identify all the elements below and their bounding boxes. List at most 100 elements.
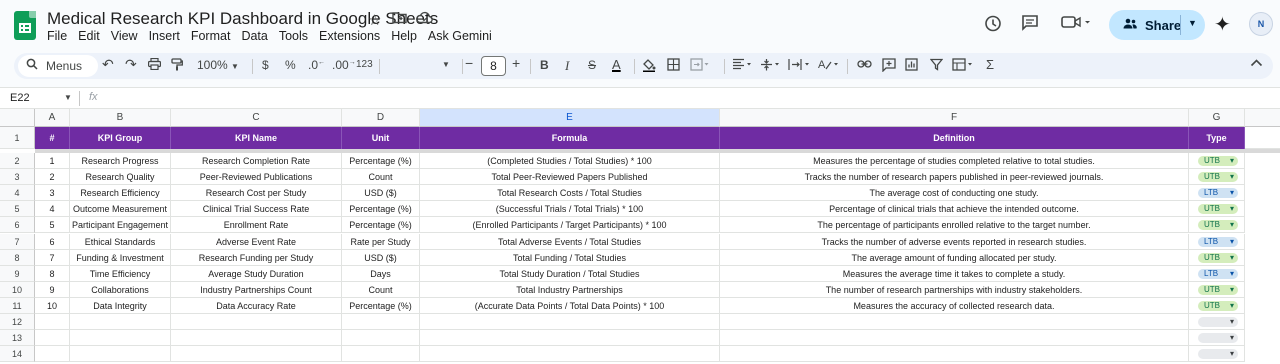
bold-button[interactable]: B [540, 58, 549, 72]
gemini-icon[interactable]: ✦ [1214, 12, 1231, 37]
decrease-font-size-icon[interactable]: − [465, 55, 473, 71]
type-dropdown-chip[interactable]: LTB [1198, 268, 1238, 279]
table-cell[interactable]: Research Funding per Study [171, 249, 342, 266]
row-header-2[interactable]: 2 [0, 153, 35, 170]
table-cell[interactable]: Count [342, 169, 420, 186]
table-cell[interactable]: Measures the accuracy of collected resea… [720, 297, 1189, 314]
empty-cell[interactable] [70, 346, 171, 363]
table-cell[interactable]: Research Completion Rate [171, 153, 342, 170]
row-header-14[interactable]: 14 [0, 346, 35, 363]
table-cell[interactable]: Research Progress [70, 153, 171, 170]
menu-extensions[interactable]: Extensions [319, 29, 380, 43]
type-dropdown-chip[interactable]: UTB [1198, 204, 1238, 215]
borders-icon[interactable] [667, 58, 680, 74]
strikethrough-icon[interactable]: S [588, 58, 596, 72]
empty-cell[interactable] [342, 346, 420, 363]
type-cell[interactable]: LTB [1189, 265, 1245, 282]
type-cell[interactable]: UTB [1189, 281, 1245, 298]
row-header-7[interactable]: 7 [0, 233, 35, 250]
empty-cell[interactable] [70, 330, 171, 347]
type-cell[interactable]: UTB [1189, 153, 1245, 170]
type-cell[interactable]: LTB [1189, 233, 1245, 250]
table-cell[interactable]: Industry Partnerships Count [171, 281, 342, 298]
filter-icon[interactable] [929, 58, 944, 74]
zoom-select[interactable]: 100% ▼ [197, 58, 239, 72]
column-header-d[interactable]: D [342, 109, 420, 127]
column-header-b[interactable]: B [70, 109, 171, 127]
empty-cell[interactable] [420, 330, 720, 347]
type-dropdown-chip[interactable]: UTB [1198, 220, 1238, 231]
meet-video-icon[interactable] [1061, 14, 1091, 35]
table-cell[interactable]: Tracks the number of research papers pub… [720, 169, 1189, 186]
table-cell[interactable]: Time Efficiency [70, 265, 171, 282]
table-cell[interactable]: 4 [35, 201, 70, 218]
empty-cell[interactable] [1189, 330, 1245, 347]
horizontal-align-icon[interactable] [732, 58, 754, 73]
header-cell[interactable]: Definition [720, 127, 1189, 149]
table-cell[interactable]: Days [342, 265, 420, 282]
table-cell[interactable]: 6 [35, 233, 70, 250]
type-cell[interactable]: UTB [1189, 297, 1245, 314]
functions-icon[interactable]: Σ [986, 57, 994, 72]
select-all-corner[interactable] [0, 109, 35, 127]
type-cell[interactable]: UTB [1189, 217, 1245, 234]
menu-help[interactable]: Help [391, 29, 417, 43]
row-header-11[interactable]: 11 [0, 297, 35, 314]
comments-icon[interactable] [1021, 14, 1039, 37]
table-cell[interactable]: (Accurate Data Points / Total Data Point… [420, 297, 720, 314]
text-rotation-icon[interactable]: A [817, 58, 841, 74]
table-cell[interactable]: Tracks the number of adverse events repo… [720, 233, 1189, 250]
name-box-dropdown-icon[interactable]: ▼ [64, 93, 72, 102]
table-cell[interactable]: Count [342, 281, 420, 298]
type-dropdown-chip[interactable]: UTB [1198, 252, 1238, 263]
table-cell[interactable]: Total Study Duration / Total Studies [420, 265, 720, 282]
table-cell[interactable]: Ethical Standards [70, 233, 171, 250]
table-cell[interactable]: Research Quality [70, 169, 171, 186]
increase-decimal-button[interactable]: .00→ [332, 58, 356, 72]
empty-cell[interactable] [35, 314, 70, 331]
move-folder-icon[interactable] [392, 11, 407, 28]
type-dropdown-chip[interactable]: UTB [1198, 156, 1238, 166]
table-cell[interactable]: Research Efficiency [70, 185, 171, 202]
type-dropdown-chip[interactable]: UTB [1198, 300, 1238, 311]
column-header-a[interactable]: A [35, 109, 70, 127]
paint-format-icon[interactable] [171, 58, 183, 74]
table-cell[interactable]: Total Peer-Reviewed Papers Published [420, 169, 720, 186]
table-cell[interactable]: 3 [35, 185, 70, 202]
table-cell[interactable]: (Completed Studies / Total Studies) * 10… [420, 153, 720, 170]
table-cell[interactable]: Data Accuracy Rate [171, 297, 342, 314]
empty-cell[interactable] [171, 346, 342, 363]
table-cell[interactable]: Percentage (%) [342, 217, 420, 234]
cloud-saved-icon[interactable] [416, 11, 433, 28]
menus-search[interactable]: Menus [18, 55, 98, 77]
type-dropdown-chip[interactable] [1198, 349, 1238, 360]
name-box[interactable]: E22 [10, 92, 30, 104]
column-header-g[interactable]: G [1189, 109, 1245, 127]
table-cell[interactable]: Participant Engagement [70, 217, 171, 234]
table-cell[interactable]: Percentage (%) [342, 297, 420, 314]
header-cell[interactable]: KPI Name [171, 127, 342, 149]
insert-comment-icon[interactable] [882, 58, 896, 75]
insert-chart-icon[interactable] [905, 58, 918, 74]
type-dropdown-chip[interactable] [1198, 333, 1238, 344]
table-cell[interactable]: Data Integrity [70, 297, 171, 314]
header-cell[interactable]: Unit [342, 127, 420, 149]
redo-icon[interactable]: ↷ [125, 56, 137, 73]
type-dropdown-chip[interactable] [1198, 317, 1238, 327]
frozen-row-divider[interactable] [35, 149, 1280, 153]
empty-cell[interactable] [1245, 127, 1280, 149]
increase-font-size-icon[interactable]: + [512, 55, 520, 71]
row-header-13[interactable]: 13 [0, 330, 35, 347]
table-cell[interactable]: Percentage (%) [342, 153, 420, 170]
italic-button[interactable]: I [565, 58, 569, 74]
row-header-4[interactable]: 4 [0, 185, 35, 202]
insert-link-icon[interactable] [857, 58, 872, 72]
type-dropdown-chip[interactable]: LTB [1198, 236, 1238, 247]
empty-cell[interactable] [171, 330, 342, 347]
table-cell[interactable]: Peer-Reviewed Publications [171, 169, 342, 186]
table-cell[interactable]: USD ($) [342, 185, 420, 202]
row-header-12[interactable]: 12 [0, 314, 35, 331]
star-icon[interactable]: ☆ [368, 11, 381, 29]
menu-view[interactable]: View [111, 29, 138, 43]
text-wrapping-icon[interactable] [788, 58, 812, 74]
